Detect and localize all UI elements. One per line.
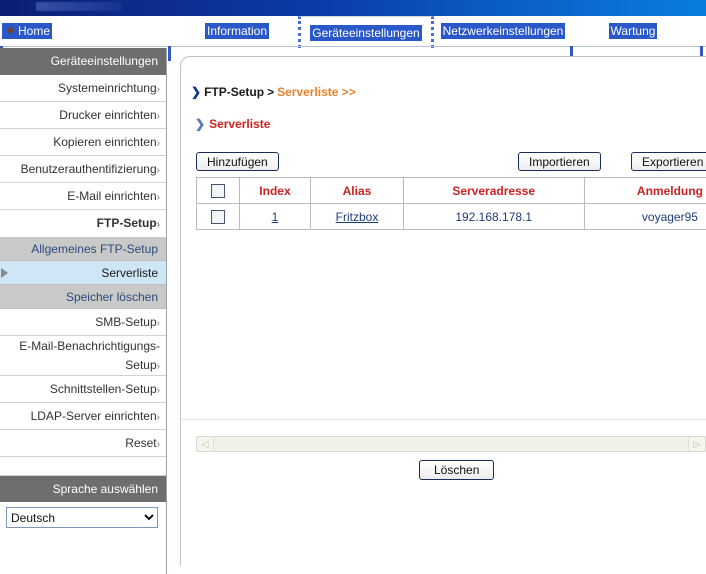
sidebar-subitem-serverliste[interactable]: Serverliste (0, 261, 166, 285)
sidebar-item-smb-setup[interactable]: SMB-Setup› (0, 309, 166, 336)
sidebar-item-reset[interactable]: Reset› (0, 430, 166, 457)
sidebar-subitem-label: Serverliste (101, 266, 158, 280)
sidebar-item-schnittstellen-setup[interactable]: Schnittstellen-Setup› (0, 376, 166, 403)
add-button[interactable]: Hinzufügen (196, 152, 279, 171)
tab-underline (0, 46, 706, 47)
row-checkbox[interactable] (210, 209, 225, 224)
tab-wartung[interactable]: Wartung (604, 16, 662, 46)
server-list-table: Index Alias Serveradresse Anmeldung 1 Fr… (196, 177, 706, 230)
row-alias-link[interactable]: Fritzbox (336, 210, 379, 224)
sidebar-item-label: SMB-Setup (95, 315, 157, 329)
column-header-alias: Alias (310, 177, 404, 204)
tab-separator-2 (168, 46, 171, 61)
export-button[interactable]: Exportieren (631, 152, 706, 171)
section-arrow-icon: ❯ (195, 117, 206, 131)
breadcrumb-item-2[interactable]: Serverliste >> (277, 85, 356, 99)
chevron-right-icon: › (156, 318, 160, 329)
column-header-select (196, 177, 240, 204)
sidebar-item-label: Reset (125, 436, 157, 450)
sidebar-item-label: Systemeinrichtung (57, 81, 157, 95)
column-header-anmeldung: Anmeldung (583, 177, 706, 204)
chevron-right-icon: › (156, 111, 160, 122)
top-banner (0, 0, 706, 16)
chevron-right-icon: › (156, 192, 160, 203)
breadcrumb-separator: > (267, 85, 275, 99)
scroll-left-arrow-icon[interactable]: ◁ (197, 437, 214, 451)
chevron-right-icon: › (156, 361, 160, 372)
delete-button[interactable]: Löschen (419, 460, 495, 480)
tab-home[interactable]: Home (0, 16, 120, 46)
sidebar-item-label: Schnittstellen-Setup (49, 382, 157, 396)
sidebar-item-label: Benutzerauthentifizierung (20, 162, 157, 176)
sidebar-item-label: E-Mail-Benachrichtigungs-Setup (19, 339, 160, 372)
row-login-cell: voyager95 (583, 203, 706, 230)
brand-logo (36, 2, 122, 11)
sidebar-subitem-speicher-loeschen[interactable]: Speicher löschen (0, 285, 166, 309)
sidebar-item-label: FTP-Setup (96, 216, 157, 230)
sidebar-item-label: E-Mail einrichten (67, 189, 157, 203)
scroll-right-arrow-icon[interactable]: ▷ (688, 437, 705, 451)
chevron-right-icon: › (156, 138, 160, 149)
tab-geraeteeinstellungen[interactable]: Geräteeinstellungen (298, 16, 434, 48)
chevron-right-icon: › (156, 439, 160, 450)
tab-geraeteeinstellungen-label: Geräteeinstellungen (310, 24, 422, 41)
tab-netzwerkeinstellungen-label: Netzwerkeinstellungen (440, 23, 566, 39)
chevron-right-icon: › (156, 84, 160, 95)
column-header-serveradresse: Serveradresse (402, 177, 585, 204)
sidebar-item-label: Drucker einrichten (59, 108, 157, 122)
column-header-index: Index (238, 177, 312, 204)
breadcrumb-arrow-icon: ❯ (191, 85, 202, 99)
row-index-link[interactable]: 1 (272, 210, 279, 224)
row-alias-cell: Fritzbox (310, 203, 404, 230)
table-header-row: Index Alias Serveradresse Anmeldung (196, 177, 706, 204)
sidebar-header: Geräteeinstellungen (0, 48, 166, 75)
select-all-checkbox[interactable] (210, 183, 225, 198)
language-section-header: Sprache auswählen (0, 476, 166, 502)
sidebar-item-email-einrichten[interactable]: E-Mail einrichten› (0, 183, 166, 210)
row-address-cell: 192.168.178.1 (402, 203, 585, 230)
chevron-right-icon: › (156, 219, 160, 230)
selection-arrow-icon (1, 268, 8, 278)
table-row: 1 Fritzbox 192.168.178.1 voyager95 (196, 203, 706, 230)
row-index-cell: 1 (238, 203, 312, 230)
sidebar-subitem-allgemeines-ftp-setup[interactable]: Allgemeines FTP-Setup (0, 237, 166, 261)
horizontal-scrollbar[interactable]: ◁ ▷ (196, 436, 706, 452)
breadcrumb: ❯ FTP-Setup > Serverliste >> (191, 85, 356, 99)
tab-netzwerkeinstellungen[interactable]: Netzwerkeinstellungen (437, 16, 569, 46)
sidebar-item-label: LDAP-Server einrichten (30, 409, 157, 423)
sidebar-subitem-label: Speicher löschen (65, 290, 158, 304)
chevron-right-icon: › (156, 385, 160, 396)
content-panel: ❯ FTP-Setup > Serverliste >> ❯ Serverliste H… (180, 56, 706, 566)
sidebar-item-ftp-setup[interactable]: FTP-Setup› (0, 210, 166, 237)
tab-wartung-label: Wartung (608, 23, 658, 39)
breadcrumb-item-1[interactable]: FTP-Setup (204, 85, 264, 99)
sidebar-subitem-label: Allgemeines FTP-Setup (31, 242, 158, 256)
row-select-cell (196, 203, 240, 230)
import-button[interactable]: Importieren (518, 152, 601, 171)
section-title-text: Serverliste (209, 117, 271, 131)
sidebar-submenu-ftp: Allgemeines FTP-Setup Serverliste Speich… (0, 237, 166, 309)
sidebar-item-drucker-einrichten[interactable]: Drucker einrichten› (0, 102, 166, 129)
sidebar-item-benutzerauthentifizierung[interactable]: Benutzerauthentifizierung› (0, 156, 166, 183)
tab-information[interactable]: Information (196, 16, 278, 46)
language-select-wrapper: Deutsch (0, 502, 166, 528)
chevron-right-icon: › (156, 412, 160, 423)
sidebar-item-email-benachrichtigungs-setup[interactable]: E-Mail-Benachrichtigungs-Setup› (0, 336, 166, 376)
chevron-right-icon: › (156, 165, 160, 176)
language-select[interactable]: Deutsch (6, 507, 158, 528)
sidebar-item-kopieren-einrichten[interactable]: Kopieren einrichten› (0, 129, 166, 156)
tab-information-label: Information (204, 23, 270, 39)
sidebar: Geräteeinstellungen Systemeinrichtung› D… (0, 48, 167, 574)
sidebar-item-label: Kopieren einrichten (53, 135, 157, 149)
sidebar-spacer (0, 457, 166, 476)
main-tab-bar: Home Information Geräteeinstellungen Net… (0, 16, 706, 61)
section-title: ❯ Serverliste (195, 117, 270, 131)
sidebar-item-ldap-server-einrichten[interactable]: LDAP-Server einrichten› (0, 403, 166, 430)
sidebar-item-systemeinrichtung[interactable]: Systemeinrichtung› (0, 75, 166, 102)
panel-divider (181, 419, 706, 420)
